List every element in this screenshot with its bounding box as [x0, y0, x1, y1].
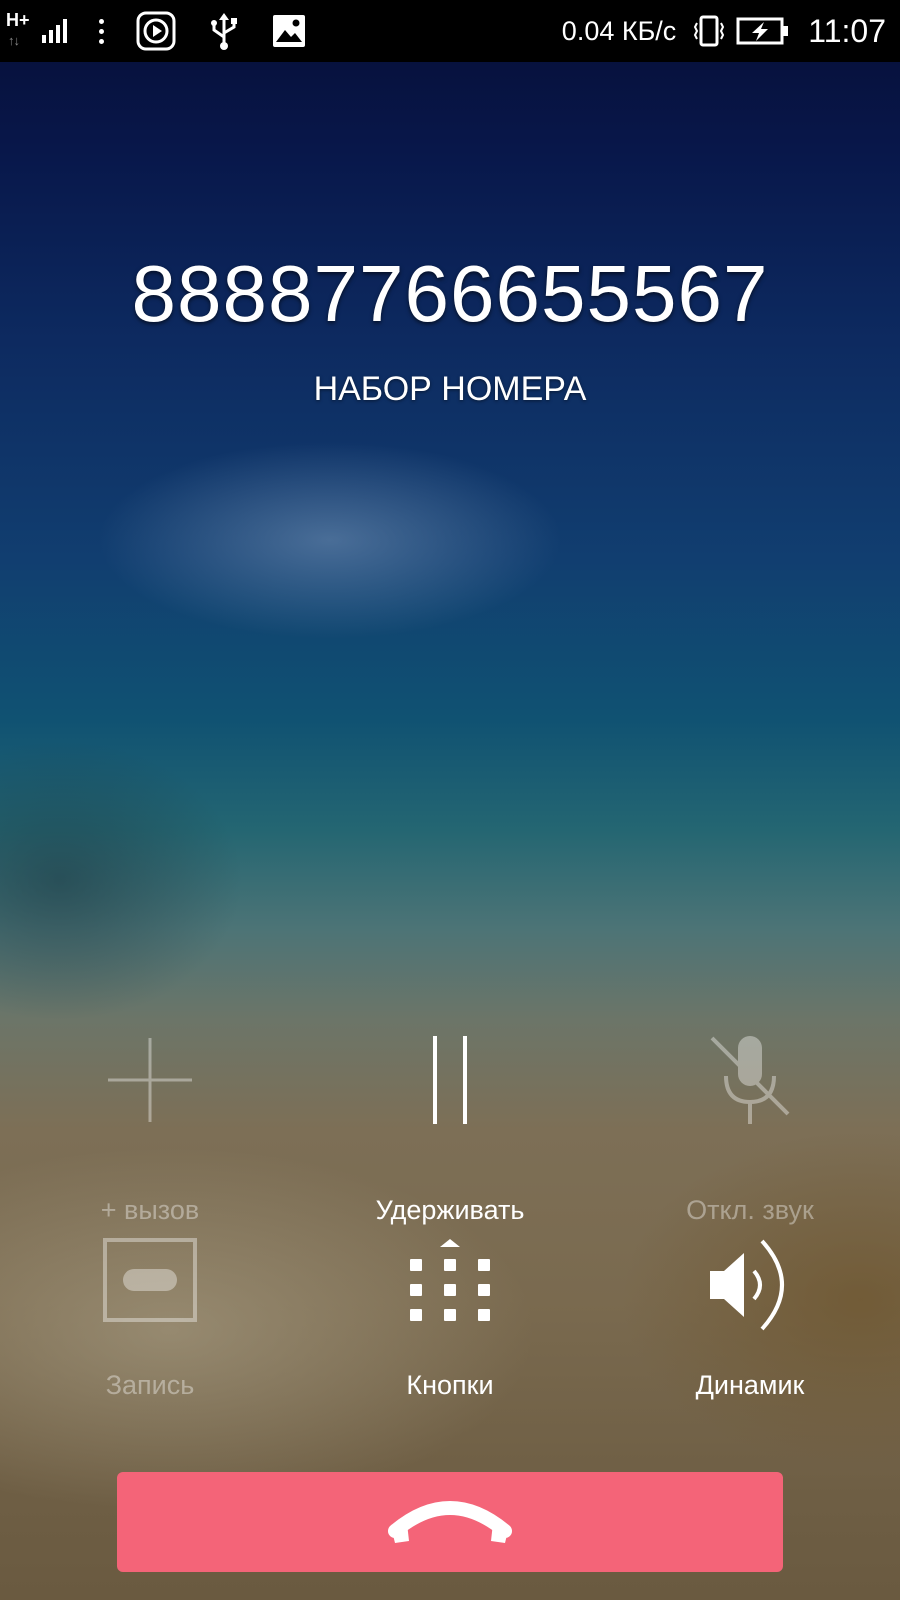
- caller-number: 88887766655567: [131, 249, 769, 338]
- mute-button[interactable]: Откл. звук: [600, 1030, 900, 1225]
- status-bar-left: H+ ↑↓: [6, 0, 306, 62]
- hold-label: Удерживать: [375, 1195, 525, 1225]
- mute-label: Откл. звук: [686, 1195, 814, 1225]
- dialpad-icon: [300, 1235, 600, 1327]
- mic-off-icon: [600, 1030, 900, 1130]
- call-state: НАБОР НОМЕРА: [313, 370, 587, 408]
- add-call-button[interactable]: + вызов: [0, 1030, 300, 1225]
- overflow-dots-icon: [99, 18, 104, 44]
- signal-bars-icon: [42, 19, 67, 43]
- pause-icon: [300, 1030, 600, 1130]
- clock: 11:07: [808, 12, 886, 49]
- add-call-label: + вызов: [100, 1195, 200, 1225]
- media-play-icon: [136, 11, 176, 51]
- status-bar: H+ ↑↓ 0.04 КБ/с 11:07: [0, 0, 900, 62]
- record-button[interactable]: Запись: [0, 1235, 300, 1415]
- speaker-label: Динамик: [695, 1370, 805, 1400]
- keypad-button[interactable]: Кнопки: [300, 1235, 600, 1415]
- network-type-indicator: H+ ↑↓: [6, 10, 36, 52]
- vibrate-icon: [692, 14, 726, 48]
- end-call-button[interactable]: [117, 1472, 783, 1572]
- add-icon: [0, 1030, 300, 1130]
- status-bar-right: 0.04 КБ/с 11:07: [562, 0, 886, 62]
- voicemail-icon: [0, 1235, 300, 1327]
- keypad-label: Кнопки: [406, 1370, 494, 1400]
- battery-charging-icon: [736, 16, 790, 46]
- speaker-button[interactable]: Динамик: [600, 1235, 900, 1415]
- data-speed: 0.04 КБ/с: [561, 15, 677, 46]
- network-arrows: ↑↓: [8, 33, 20, 48]
- record-label: Запись: [105, 1370, 195, 1400]
- speaker-icon: [600, 1235, 900, 1335]
- usb-icon: [208, 11, 240, 51]
- image-icon: [272, 14, 306, 48]
- network-type-text: H+: [6, 10, 30, 30]
- end-call-icon: [385, 1497, 515, 1547]
- hold-button[interactable]: Удерживать: [300, 1030, 600, 1225]
- in-call-screen: H+ ↑↓ 0.04 КБ/с 11:07 88887766655567 НАБ…: [0, 0, 900, 1600]
